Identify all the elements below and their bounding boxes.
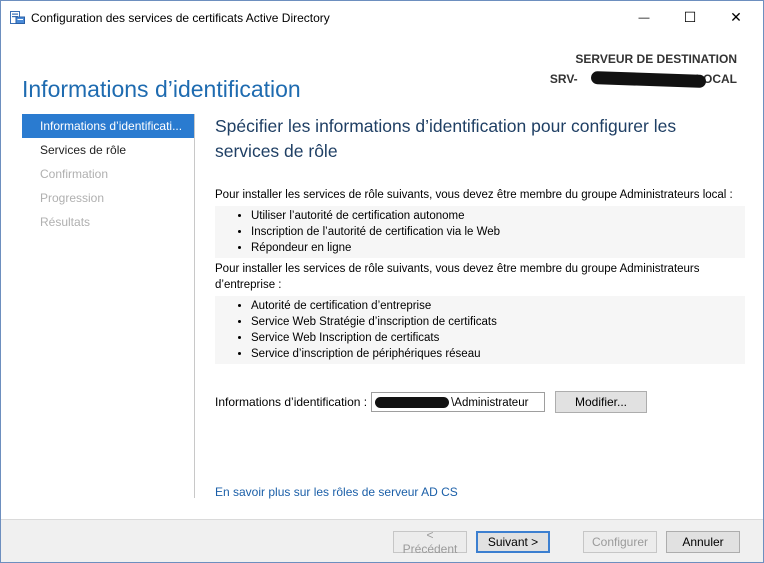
window-title: Configuration des services de certificat… xyxy=(31,11,330,25)
close-icon: ✕ xyxy=(730,9,742,25)
cancel-button[interactable]: Annuler xyxy=(666,531,740,553)
modify-credentials-button[interactable]: Modifier... xyxy=(555,391,647,413)
learn-more-link[interactable]: En savoir plus sur les rôles de serveur … xyxy=(215,485,458,499)
maximize-icon: ☐ xyxy=(683,9,697,25)
list-item: Répondeur en ligne xyxy=(251,240,745,256)
nav-item-credentials[interactable]: Informations d’identificati... xyxy=(22,114,194,138)
credentials-label: Informations d’identification : xyxy=(215,395,368,409)
nav-item-progress: Progression xyxy=(40,191,105,205)
close-button[interactable]: ✕ xyxy=(713,1,759,34)
destination-server-label: SERVEUR DE DESTINATION xyxy=(575,52,737,66)
enterprise-admin-intro: Pour installer les services de rôle suiv… xyxy=(215,263,700,291)
minimize-button[interactable]: — xyxy=(621,1,667,34)
redaction-mark xyxy=(375,397,450,408)
nav-item-confirmation: Confirmation xyxy=(40,167,109,181)
list-item: Service Web Stratégie d’inscription de c… xyxy=(251,314,745,330)
server-manager-icon xyxy=(10,11,25,24)
local-admin-list: Utiliser l’autorité de certification aut… xyxy=(215,206,745,258)
title-bar: Configuration des services de certificat… xyxy=(1,1,763,35)
wizard-nav: Informations d’identificati... Services … xyxy=(22,114,194,234)
section-heading: Spécifier les informations d’identificat… xyxy=(215,116,677,161)
list-item: Utiliser l’autorité de certification aut… xyxy=(251,208,745,224)
nav-item-results: Résultats xyxy=(40,215,91,229)
list-item: Service Web Inscription de certificats xyxy=(251,330,745,346)
credentials-value: \Administrateur xyxy=(451,397,529,409)
enterprise-admin-list: Autorité de certification d’entreprise S… xyxy=(215,296,745,364)
wizard-footer: < Précédent Suivant > Configurer Annuler xyxy=(1,519,763,562)
maximize-button[interactable]: ☐ xyxy=(667,1,713,34)
sidebar-divider xyxy=(194,114,195,498)
page-title: Informations d’identification xyxy=(22,76,301,103)
credentials-field[interactable]: \Administrateur xyxy=(371,392,546,412)
list-item: Service d’inscription de périphériques r… xyxy=(251,346,745,362)
nav-item-role-services[interactable]: Services de rôle xyxy=(22,138,194,162)
local-admin-intro: Pour installer les services de rôle suiv… xyxy=(215,189,733,201)
configure-button[interactable]: Configurer xyxy=(583,531,657,553)
minimize-icon: — xyxy=(638,11,650,24)
list-item: Autorité de certification d’entreprise xyxy=(251,298,745,314)
destination-server-prefix: SRV- xyxy=(549,72,578,86)
next-button[interactable]: Suivant > xyxy=(476,531,550,553)
list-item: Inscription de l’autorité de certificati… xyxy=(251,224,745,240)
main-content: Spécifier les informations d’identificat… xyxy=(215,114,745,367)
wizard-window: Configuration des services de certificat… xyxy=(0,0,764,563)
previous-button[interactable]: < Précédent xyxy=(393,528,467,556)
credentials-row: Informations d’identification : \Adminis… xyxy=(215,391,546,413)
